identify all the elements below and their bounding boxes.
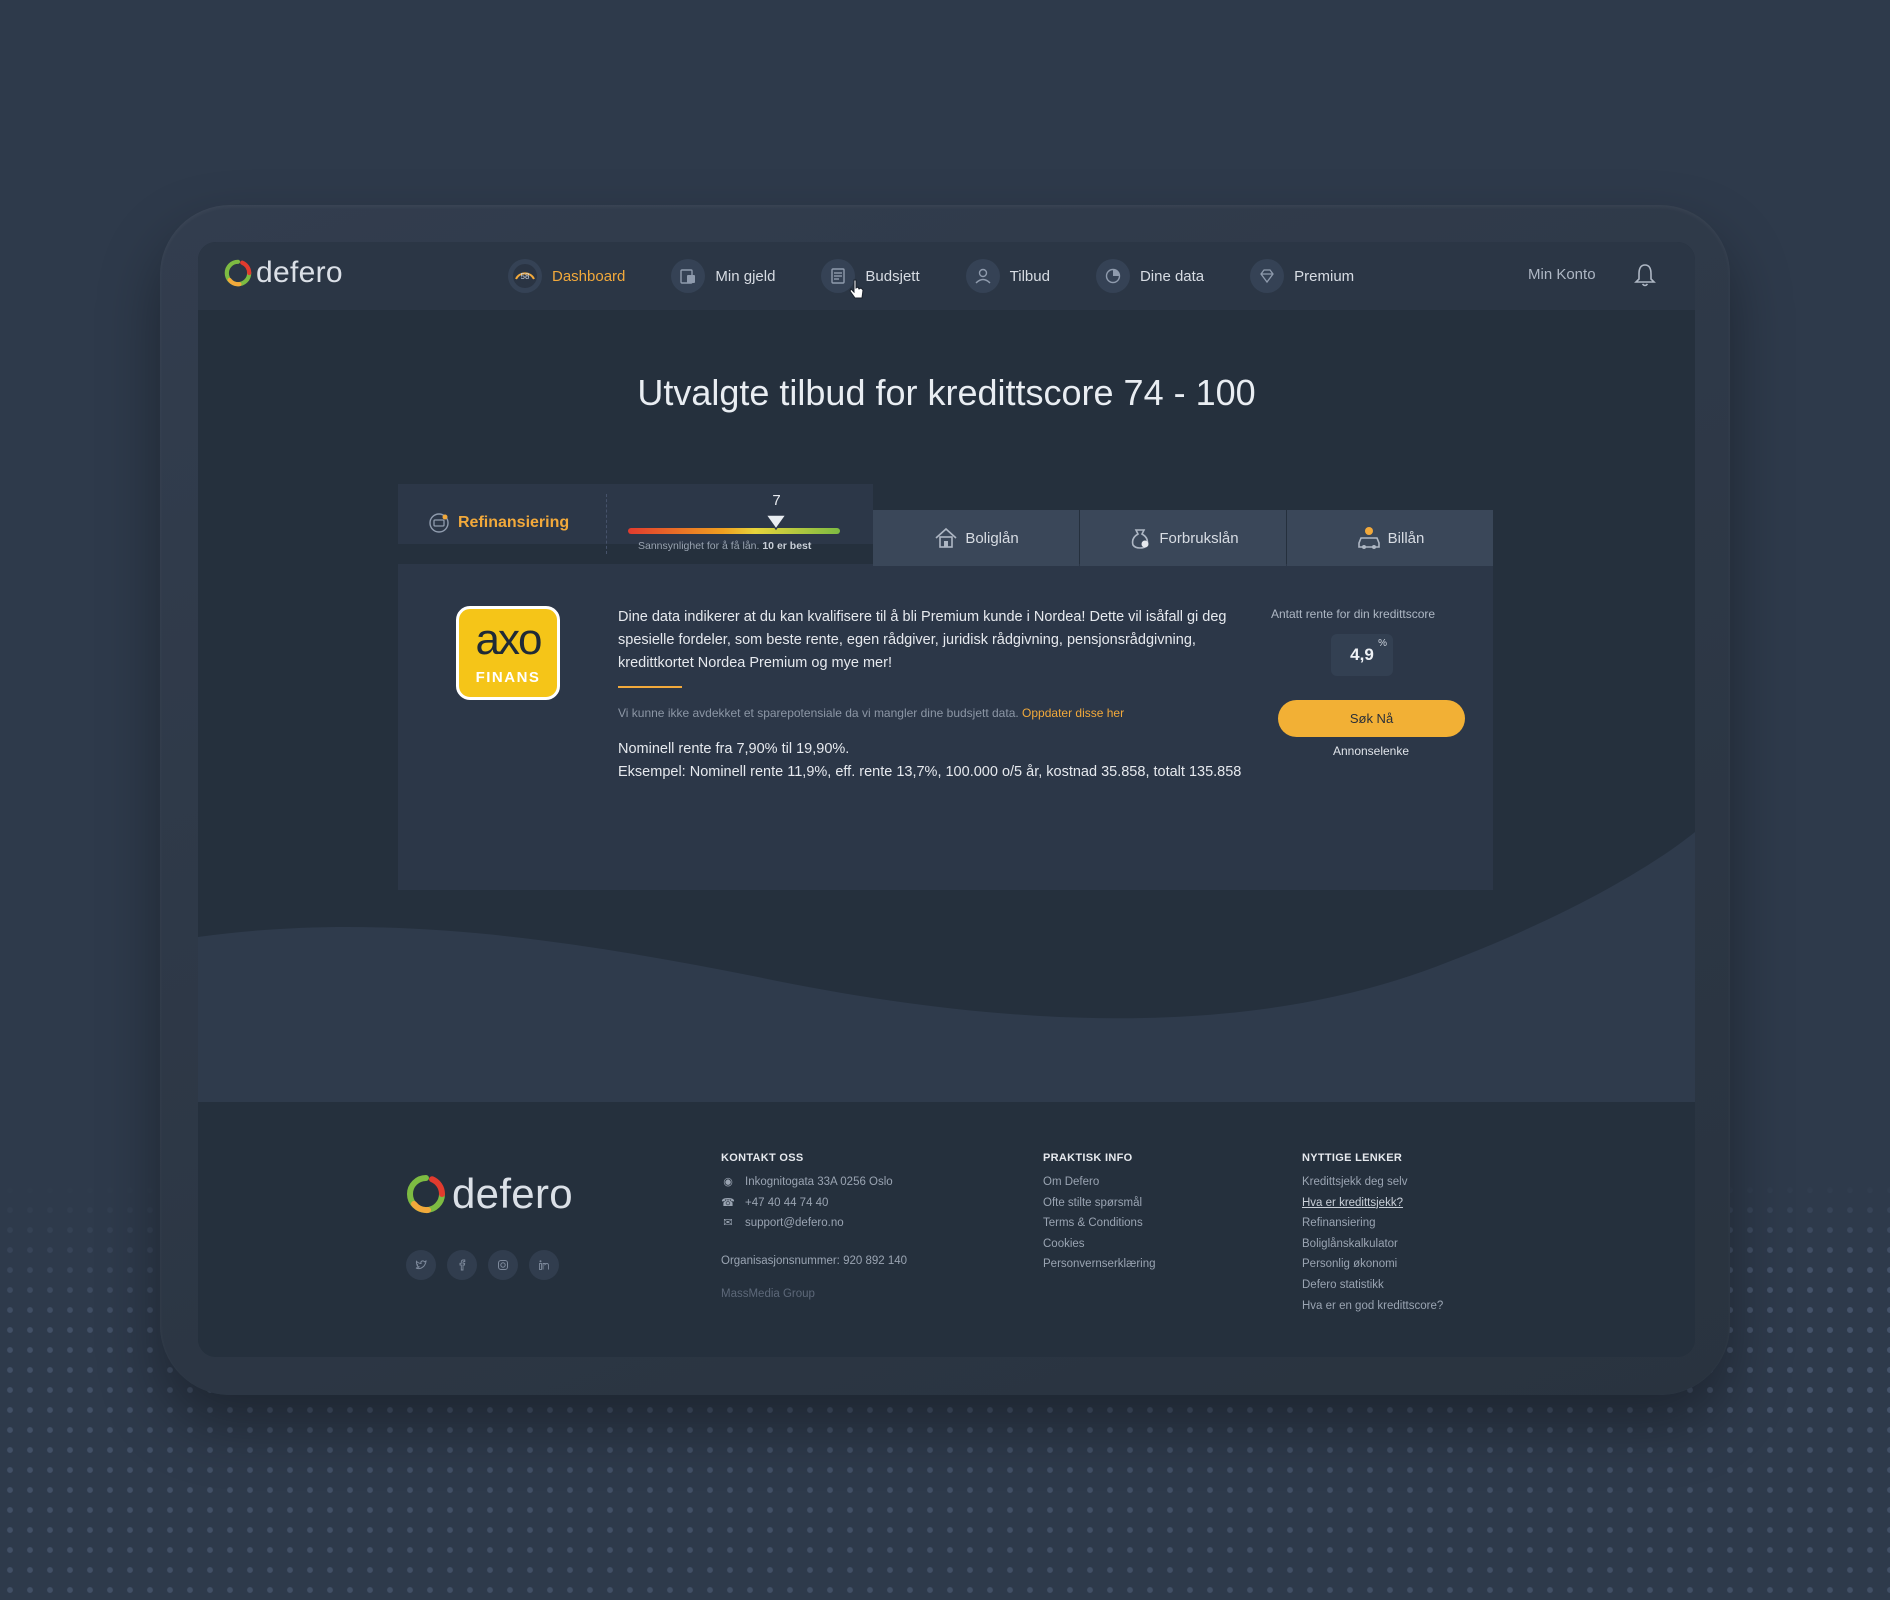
footer-link-om-defero[interactable]: Om Defero (1043, 1172, 1156, 1193)
mouse-pointer-icon (849, 279, 864, 299)
house-icon (935, 527, 957, 548)
tab-billan[interactable]: Billån (1287, 510, 1493, 566)
offer-rate-info: Nominell rente fra 7,90% til 19,90%. Eks… (618, 738, 1241, 784)
top-navigation-bar: defero 58 Dashboard Min gjeld Budsjett T… (198, 242, 1695, 310)
lender-logo-sub: FINANS (475, 669, 541, 686)
footer-link-cookies[interactable]: Cookies (1043, 1234, 1156, 1255)
main-nav: 58 Dashboard Min gjeld Budsjett Tilbud D… (508, 242, 1400, 310)
tab-refinansiering[interactable]: Refinansiering 7 Sannsynlighet for å få … (398, 484, 873, 554)
accent-divider (618, 686, 682, 688)
footer-address: ◉ Inkognitogata 33A 0256 Oslo (721, 1172, 907, 1193)
footer-link-hva-er-kredittsjekk[interactable]: Hva er kredittsjekk? (1302, 1193, 1443, 1214)
account-link[interactable]: Min Konto (1528, 266, 1596, 283)
footer-practical: PRAKTISK INFO Om Defero Ofte stilte spør… (1043, 1152, 1156, 1275)
tab-label-boliglan: Boliglån (965, 529, 1019, 547)
nav-item-min-gjeld[interactable]: Min gjeld (671, 259, 775, 293)
phone-icon: ☎ (721, 1196, 735, 1209)
tab-label-billan: Billån (1387, 529, 1425, 547)
estimated-rate-label: Antatt rente for din kredittscore (1271, 607, 1436, 621)
instagram-icon[interactable] (488, 1250, 518, 1280)
footer-link-statistikk[interactable]: Defero statistikk (1302, 1275, 1443, 1296)
offer-icon (965, 259, 1000, 293)
footer-link-terms[interactable]: Terms & Conditions (1043, 1213, 1156, 1234)
footer: defero KONTAKT OSS ◉ Inkognitogata 33A 0… (198, 1102, 1695, 1357)
update-budget-link[interactable]: Oppdater disse her (1022, 706, 1124, 720)
refinance-icon (429, 513, 449, 533)
footer-link-god-kredittscore[interactable]: Hva er en god kredittscore? (1302, 1296, 1443, 1317)
lender-logo: axo FINANS (456, 606, 560, 700)
footer-useful: NYTTIGE LENKER Kredittsjekk deg selv Hva… (1302, 1152, 1443, 1316)
footer-link-boliglanskalkulator[interactable]: Boliglånskalkulator (1302, 1234, 1443, 1255)
tab-label-forbrukslan: Forbrukslån (1159, 529, 1239, 547)
footer-group-name[interactable]: MassMedia Group (721, 1288, 907, 1300)
linkedin-icon[interactable] (529, 1250, 559, 1280)
tab-boliglan[interactable]: Boliglån (873, 510, 1079, 566)
estimated-rate-value: 4,9 (1350, 645, 1374, 664)
mail-icon: ✉ (723, 1217, 733, 1230)
nav-label-dine-data: Dine data (1139, 267, 1205, 285)
app-screen: defero 58 Dashboard Min gjeld Budsjett T… (198, 242, 1695, 1357)
nav-item-dine-data[interactable]: Dine data (1095, 259, 1205, 293)
money-bag-icon (1132, 529, 1149, 549)
brand-logo[interactable]: defero (224, 256, 343, 290)
tab-label-refinansiering: Refinansiering (458, 514, 570, 531)
footer-link-faq[interactable]: Ofte stilte spørsmål (1043, 1193, 1156, 1214)
tab-divider (606, 494, 607, 554)
probability-gauge-bar (628, 528, 840, 534)
footer-link-privacy[interactable]: Personvernserklæring (1043, 1254, 1156, 1275)
nav-label-min-gjeld: Min gjeld (715, 267, 776, 285)
logo-text: defero (256, 256, 343, 289)
footer-contact: KONTAKT OSS ◉ Inkognitogata 33A 0256 Osl… (721, 1152, 907, 1300)
location-pin-icon: ◉ (723, 1176, 733, 1188)
footer-link-kredittsjekk[interactable]: Kredittsjekk deg selv (1302, 1172, 1443, 1193)
example-rate-text: Eksempel: Nominell rente 11,9%, eff. ren… (618, 764, 1242, 780)
social-links (406, 1250, 570, 1280)
footer-practical-heading: PRAKTISK INFO (1043, 1152, 1133, 1164)
estimated-rate-unit: % (1378, 638, 1387, 649)
gauge-caption: Sannsynlighet for å få lån. 10 er best (638, 540, 812, 552)
facebook-icon[interactable] (447, 1250, 477, 1280)
footer-link-refinansiering[interactable]: Refinansiering (1302, 1213, 1443, 1234)
gauge-marker-icon (764, 514, 788, 531)
nominal-rate-text: Nominell rente fra 7,90% til 19,90%. (618, 741, 850, 757)
nav-item-dashboard[interactable]: 58 Dashboard (508, 259, 625, 293)
gauge-value: 7 (772, 492, 781, 509)
nav-item-budsjett[interactable]: Budsjett (821, 259, 920, 293)
footer-logo[interactable]: defero (406, 1170, 573, 1218)
debt-icon (671, 259, 706, 293)
nav-label-budsjett: Budsjett (865, 267, 920, 285)
footer-phone[interactable]: ☎ +47 40 44 74 40 (721, 1193, 907, 1214)
logo-ring-icon (224, 259, 252, 287)
dashboard-gauge-icon: 58 (508, 259, 542, 293)
nav-label-premium: Premium (1294, 267, 1355, 285)
ad-link-label[interactable]: Annonselenke (1271, 744, 1471, 758)
nav-item-tilbud[interactable]: Tilbud (965, 259, 1050, 293)
savings-note: Vi kunne ikke avdekket et sparepotensial… (618, 706, 1125, 720)
footer-org-number: Organisasjonsnummer: 920 892 140 (721, 1254, 908, 1267)
twitter-icon[interactable] (406, 1250, 436, 1280)
svg-text:58: 58 (521, 272, 530, 281)
apply-now-button[interactable]: Søk Nå (1278, 700, 1465, 737)
diamond-icon (1250, 259, 1285, 293)
offer-description: Dine data indikerer at du kan kvalifiser… (618, 609, 1227, 671)
footer-logo-text: defero (452, 1170, 573, 1217)
footer-contact-heading: KONTAKT OSS (721, 1152, 804, 1164)
estimated-rate-box: 4,9 % (1331, 634, 1393, 676)
data-icon (1095, 259, 1130, 293)
page-title: Utvalgte tilbud for kredittscore 74 - 10… (637, 372, 1256, 413)
footer-link-personlig-okonomi[interactable]: Personlig økonomi (1302, 1254, 1443, 1275)
nav-label-tilbud: Tilbud (1009, 267, 1050, 285)
notification-bell-icon[interactable] (1633, 262, 1657, 288)
nav-label-dashboard: Dashboard (552, 267, 626, 285)
nav-item-premium[interactable]: Premium (1250, 259, 1354, 293)
footer-useful-heading: NYTTIGE LENKER (1302, 1152, 1403, 1164)
lender-logo-word: axo (475, 615, 543, 664)
tab-forbrukslan[interactable]: Forbrukslån (1080, 510, 1286, 566)
logo-ring-icon (407, 1175, 445, 1214)
car-icon (1357, 527, 1380, 549)
footer-email[interactable]: ✉ support@defero.no (721, 1213, 907, 1234)
